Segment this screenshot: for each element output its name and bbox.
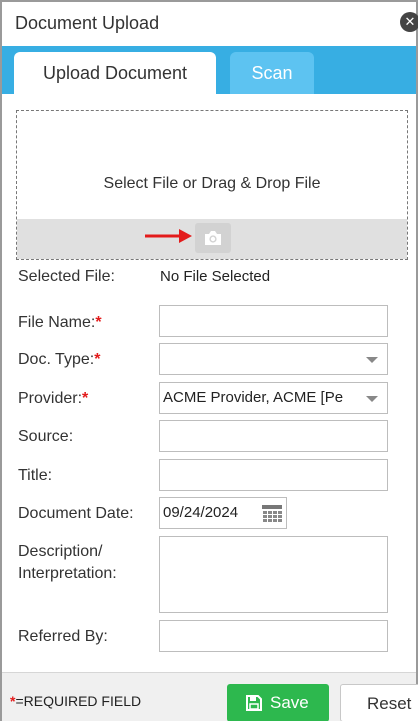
file-name-label: File Name:* [18, 314, 102, 332]
referred-by-label: Referred By: [18, 628, 108, 645]
dialog-footer: *=REQUIRED FIELD Save Reset [2, 672, 418, 721]
document-date-label: Document Date: [18, 505, 134, 522]
reset-button[interactable]: Reset [340, 684, 418, 721]
calendar-icon[interactable] [262, 505, 282, 523]
doc-type-select[interactable] [159, 343, 388, 375]
title-input[interactable] [159, 459, 388, 491]
tab-scan[interactable]: Scan [230, 52, 314, 94]
floppy-disk-icon [246, 695, 262, 711]
referred-by-input[interactable] [159, 620, 388, 652]
dialog-title: Document Upload [15, 13, 160, 33]
reset-button-label: Reset [367, 694, 412, 713]
provider-value: ACME Provider, ACME [Pe [163, 389, 344, 406]
document-date-value: 09/24/2024 [163, 504, 239, 521]
description-label-line1: Description/ [18, 543, 103, 560]
tab-strip: Upload Document Scan [2, 46, 416, 94]
doc-type-label-text: Doc. Type: [18, 351, 95, 368]
save-button[interactable]: Save [227, 684, 329, 721]
required-mark: * [94, 351, 101, 368]
required-mark: * [82, 390, 89, 407]
file-drop-zone[interactable]: Select File or Drag & Drop File [16, 110, 408, 260]
document-date-input[interactable]: 09/24/2024 [159, 497, 287, 529]
close-icon[interactable]: ✕ [400, 12, 418, 32]
drop-zone-text: Select File or Drag & Drop File [103, 175, 321, 192]
source-input[interactable] [159, 420, 388, 452]
provider-select[interactable]: ACME Provider, ACME [Pe [159, 382, 388, 414]
selected-file-value: No File Selected [160, 268, 271, 285]
chevron-down-icon [366, 396, 378, 402]
file-name-label-text: File Name: [18, 314, 96, 331]
camera-button[interactable] [195, 223, 231, 253]
camera-icon [205, 231, 221, 245]
source-label: Source: [18, 428, 74, 445]
doc-type-label: Doc. Type:* [18, 351, 100, 369]
required-field-note: *=REQUIRED FIELD [10, 693, 141, 709]
chevron-down-icon [366, 357, 378, 363]
red-arrow-icon [145, 229, 192, 243]
provider-label: Provider:* [18, 390, 88, 408]
provider-label-text: Provider: [18, 390, 83, 407]
required-note-text: =REQUIRED FIELD [15, 693, 142, 709]
tab-upload-document[interactable]: Upload Document [14, 52, 216, 94]
description-textarea[interactable] [159, 536, 388, 613]
selected-file-label: Selected File: [18, 268, 115, 285]
required-mark: * [95, 314, 102, 331]
title-label: Title: [18, 467, 53, 484]
file-name-input[interactable] [159, 305, 388, 337]
dialog-titlebar: Document Upload ✕ [2, 2, 418, 46]
description-label-line2: Interpretation: [18, 565, 117, 582]
save-button-label: Save [270, 693, 309, 712]
document-upload-dialog: Document Upload ✕ Upload Document Scan S… [0, 0, 418, 721]
drop-zone-toolbar [17, 219, 407, 259]
